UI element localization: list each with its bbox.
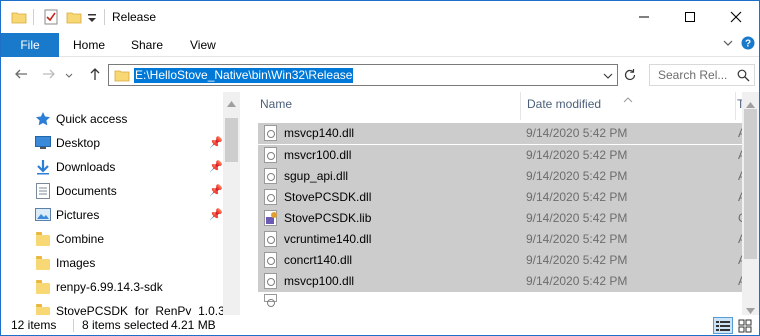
search-icon — [737, 69, 750, 85]
file-row[interactable]: msvcr100.dll 9/14/2020 5:42 PM A — [258, 145, 746, 166]
close-button[interactable] — [713, 1, 759, 33]
address-row: E:\HelloStove_Native\bin\Win32\Release S… — [1, 58, 759, 92]
maximize-button[interactable] — [667, 1, 713, 33]
scroll-up-icon[interactable] — [227, 96, 236, 110]
new-folder-icon[interactable] — [66, 9, 82, 28]
column-header-name[interactable]: Name — [260, 97, 292, 111]
sidebar-item-combine[interactable]: Combine — [1, 227, 223, 251]
folder-icon — [114, 67, 130, 86]
folder-icon — [11, 9, 27, 28]
sort-ascending-icon — [623, 92, 633, 106]
explorer-window: Release File Home Share View ? E:\HelloS… — [0, 0, 760, 336]
sidebar-item-downloads[interactable]: Downloads 📌 — [1, 155, 223, 179]
dll-file-icon — [264, 168, 277, 184]
selected-size: 4.21 MB — [171, 318, 216, 332]
item-count: 12 items — [11, 318, 57, 332]
dll-file-icon — [264, 252, 277, 268]
sidebar-item-documents[interactable]: Documents 📌 — [1, 179, 223, 203]
star-icon — [35, 111, 51, 130]
help-icon[interactable]: ? — [741, 36, 755, 53]
pin-icon: 📌 — [209, 137, 223, 149]
sidebar-item-renpy-sdk[interactable]: renpy-6.99.14.3-sdk — [1, 275, 223, 299]
dll-file-icon — [264, 189, 277, 205]
sidebar-item-stovepcsdk-renpy[interactable]: StovePCSDK_for_RenPy_1.0.3 — [1, 299, 225, 315]
back-arrow-icon[interactable] — [13, 66, 29, 85]
pin-icon: 📌 — [209, 161, 223, 173]
file-row[interactable]: msvcp100.dll 9/14/2020 5:42 PM A — [258, 271, 746, 292]
folder-icon — [36, 280, 50, 294]
dll-file-icon — [264, 231, 277, 247]
recent-locations-icon[interactable] — [64, 68, 74, 84]
dll-file-icon — [264, 273, 277, 289]
folder-icon — [36, 304, 50, 315]
pin-icon: 📌 — [209, 209, 223, 221]
pin-icon: 📌 — [209, 185, 223, 197]
sidebar-item-pictures[interactable]: Pictures 📌 — [1, 203, 223, 227]
file-row[interactable]: StovePCSDK.lib 9/14/2020 5:42 PM C — [258, 208, 747, 229]
dll-file-icon — [264, 125, 277, 141]
large-icons-view-button[interactable] — [735, 317, 755, 334]
properties-icon[interactable] — [43, 9, 59, 28]
nav-scrollbar[interactable] — [223, 92, 240, 315]
refresh-icon[interactable] — [622, 67, 638, 86]
customize-quick-access-icon[interactable] — [87, 10, 97, 27]
expand-ribbon-icon[interactable] — [722, 37, 734, 52]
selected-count: 8 items selected — [82, 318, 169, 332]
nav-scrollbar-thumb[interactable] — [225, 118, 238, 162]
tab-share[interactable]: Share — [131, 38, 163, 52]
title-bar: Release — [1, 1, 759, 33]
minimize-button[interactable] — [621, 1, 667, 33]
forward-arrow-icon[interactable] — [41, 66, 57, 85]
address-dropdown-icon[interactable] — [603, 70, 613, 84]
file-row[interactable]: sgup_api.dll 9/14/2020 5:42 PM A — [258, 166, 746, 187]
desktop-icon — [35, 136, 51, 153]
documents-icon — [36, 183, 50, 202]
up-arrow-icon[interactable] — [87, 66, 103, 85]
sidebar-item-desktop[interactable]: Desktop 📌 — [1, 131, 223, 155]
file-row[interactable]: msvcp140.dll 9/14/2020 5:42 PM A — [258, 123, 746, 144]
file-row-partial[interactable] — [258, 292, 742, 307]
file-row[interactable]: vcruntime140.dll 9/14/2020 5:42 PM A — [258, 229, 746, 250]
file-tab[interactable]: File — [1, 33, 59, 57]
column-header-date-modified[interactable]: Date modified — [527, 97, 601, 111]
folder-icon — [36, 232, 50, 246]
window-title: Release — [112, 10, 157, 24]
scroll-down-icon[interactable] — [746, 303, 755, 315]
pictures-icon — [35, 208, 51, 224]
dll-file-icon — [264, 147, 277, 163]
status-bar: 12 items 8 items selected 4.21 MB — [1, 315, 759, 335]
svg-text:?: ? — [745, 39, 751, 50]
file-list-scrollbar-thumb[interactable] — [744, 109, 757, 259]
ribbon: File Home Share View ? — [1, 33, 759, 57]
file-list: Name Date modified T msvcp140.dll 9/14/2… — [241, 92, 759, 315]
lib-file-icon — [264, 210, 278, 226]
file-list-scrollbar[interactable] — [742, 92, 759, 315]
dll-file-icon — [264, 294, 277, 307]
search-box[interactable]: Search Rel... — [649, 64, 755, 86]
download-icon — [35, 159, 51, 178]
navigation-pane: Quick access Desktop 📌 Downloads 📌 Docum… — [1, 92, 241, 315]
file-row[interactable]: StovePCSDK.dll 9/14/2020 5:42 PM A — [258, 187, 746, 208]
search-placeholder: Search Rel... — [658, 68, 728, 82]
address-path[interactable]: E:\HelloStove_Native\bin\Win32\Release — [134, 68, 354, 83]
sidebar-item-images[interactable]: Images — [1, 251, 223, 275]
address-bar[interactable]: E:\HelloStove_Native\bin\Win32\Release — [108, 64, 618, 86]
tab-view[interactable]: View — [190, 38, 216, 52]
file-row[interactable]: concrt140.dll 9/14/2020 5:42 PM A — [258, 250, 746, 271]
sidebar-item-quick-access[interactable]: Quick access — [1, 107, 223, 131]
details-view-button[interactable] — [713, 317, 733, 334]
tab-home[interactable]: Home — [73, 38, 105, 52]
folder-icon — [36, 256, 50, 270]
